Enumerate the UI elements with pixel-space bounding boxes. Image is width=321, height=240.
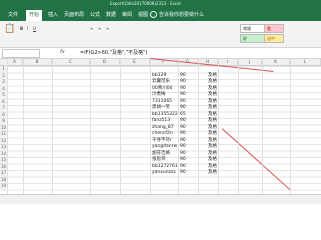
column-header[interactable]: D: [90, 59, 120, 65]
grid-line: [238, 59, 239, 194]
sheet-tab-bar[interactable]: [0, 194, 321, 204]
grid-line: [52, 59, 53, 194]
grid-line: [290, 59, 291, 194]
column-header[interactable]: C: [52, 59, 90, 65]
window-title: Export(Odin20170608)2313 - Excel: [110, 1, 181, 6]
column-header[interactable]: E: [120, 59, 150, 65]
column-header[interactable]: A: [7, 59, 23, 65]
column-header[interactable]: B: [23, 59, 52, 65]
cell-score[interactable]: 90: [180, 170, 194, 177]
formula-input[interactable]: =IF(G2>60,"及格","不及格"): [80, 49, 147, 56]
column-header[interactable]: J: [238, 59, 262, 65]
tab-data[interactable]: 数据: [106, 11, 116, 18]
tab-file[interactable]: 文件: [8, 11, 18, 18]
lightbulb-icon: [150, 11, 157, 18]
cell-result[interactable]: 及格: [208, 170, 232, 177]
fx-icon[interactable]: fx: [60, 49, 65, 55]
row-header[interactable]: 19: [0, 183, 7, 190]
underline-icon[interactable]: U: [33, 26, 36, 31]
ribbon: 📋 B I U ≡ ≡ ≡ 常规 差 好 适中: [0, 21, 321, 48]
italic-icon[interactable]: I: [27, 26, 28, 31]
style-normal[interactable]: 常规: [240, 24, 266, 33]
title-bar: Export(Odin20170608)2313 - Excel: [0, 0, 321, 9]
tab-insert[interactable]: 插入: [48, 11, 58, 18]
grid-line: [90, 59, 91, 194]
grid-line: [7, 59, 8, 194]
style-bad[interactable]: 差: [264, 24, 284, 33]
grid-line: [120, 59, 121, 194]
column-header[interactable]: K: [262, 59, 290, 65]
grid-line: [23, 59, 24, 194]
tab-page-layout[interactable]: 页面布局: [64, 11, 84, 18]
paste-icon[interactable]: 📋: [4, 24, 15, 34]
style-good[interactable]: 好: [240, 34, 266, 43]
tell-me-box[interactable]: 告诉我你想要做什么: [150, 11, 204, 19]
style-neutral[interactable]: 适中: [264, 34, 284, 43]
cell-name[interactable]: yanxunzxc: [152, 170, 178, 177]
align-center-icon[interactable]: ≡: [98, 26, 101, 31]
align-right-icon[interactable]: ≡: [106, 26, 109, 31]
tab-review[interactable]: 审阅: [122, 11, 132, 18]
grid-line: [198, 59, 199, 194]
grid-line: [178, 59, 179, 194]
bold-icon[interactable]: B: [20, 26, 23, 31]
grid-line: [262, 59, 263, 194]
tab-formulas[interactable]: 公式: [90, 11, 100, 18]
align-left-icon[interactable]: ≡: [90, 26, 93, 31]
column-header[interactable]: L: [290, 59, 321, 65]
grid-line: [150, 59, 151, 194]
tab-view[interactable]: 视图: [138, 11, 148, 18]
tell-me-text: 告诉我你想要做什么: [159, 12, 205, 18]
formula-bar: fx =IF(G2>60,"及格","不及格"): [0, 48, 321, 59]
name-box[interactable]: [2, 49, 40, 58]
column-header[interactable]: I: [218, 59, 238, 65]
